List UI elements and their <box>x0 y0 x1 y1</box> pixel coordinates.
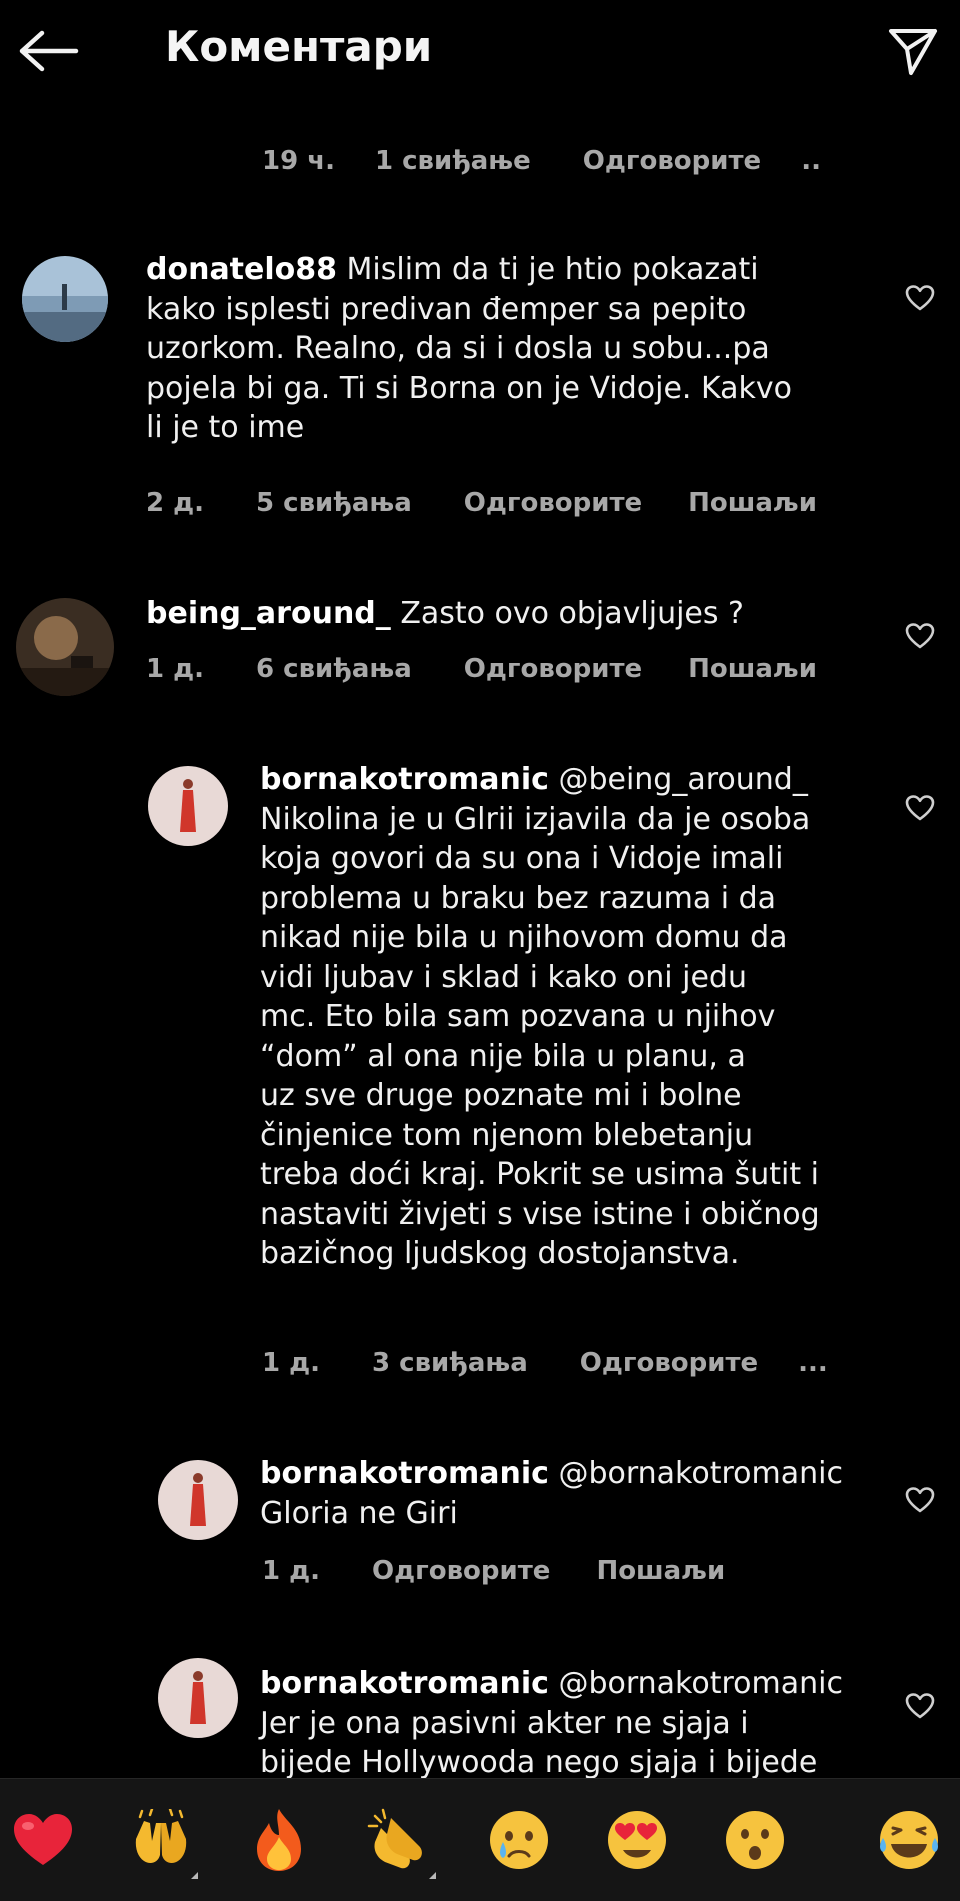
comment-time: 2 д. <box>146 488 205 518</box>
comment-body: being_around_ Zasto ovo objavljujes ? <box>146 594 866 634</box>
comment-body: bornakotromanic @bornakotromanic Gloria … <box>260 1454 880 1533</box>
comment-meta: 1 д. 3 свиђања Одговорите ... <box>262 1348 828 1378</box>
emoji-button[interactable] <box>0 1797 86 1883</box>
reply-button[interactable]: Одговорите <box>464 654 642 684</box>
comment-likes[interactable]: 3 свиђања <box>372 1348 528 1378</box>
comment-username[interactable]: bornakotromanic <box>260 762 549 797</box>
comment-text: @being_around_ Nikolina je u Glrii izjav… <box>260 762 820 1271</box>
emoji-button[interactable] <box>118 1797 204 1883</box>
emoji-button[interactable] <box>712 1797 798 1883</box>
comment-username[interactable]: donatelo88 <box>146 252 337 287</box>
raised-hands-emoji-icon <box>135 1809 187 1863</box>
heart-outline-icon <box>905 285 935 311</box>
avatar[interactable] <box>22 256 108 342</box>
avatar[interactable] <box>148 766 228 846</box>
more-options-button[interactable]: ... <box>798 1348 828 1378</box>
comment-likes[interactable]: 5 свиђања <box>256 488 412 518</box>
comment-time: 1 д. <box>262 1556 321 1586</box>
avatar[interactable] <box>16 598 114 696</box>
comment-username[interactable]: bornakotromanic <box>260 1666 549 1701</box>
heart-outline-icon <box>905 795 935 821</box>
emoji-button[interactable] <box>866 1797 952 1883</box>
comment-time: 1 д. <box>146 654 205 684</box>
send-icon <box>889 29 937 75</box>
comment-body: bornakotromanic @being_around_ Nikolina … <box>260 760 880 1274</box>
avatar[interactable] <box>158 1460 238 1540</box>
send-button[interactable]: Пошаљи <box>688 488 817 518</box>
fire-emoji-icon <box>257 1809 301 1871</box>
header-bar: Коментари <box>0 0 960 108</box>
emoji-button[interactable] <box>356 1797 442 1883</box>
comment-text: Zasto ovo objavljujes ? <box>390 596 744 631</box>
top-comment-meta: 19 ч. 1 свиђање Одговорите .. <box>262 146 821 176</box>
page-title: Коментари <box>165 22 433 71</box>
send-button[interactable]: Пошаљи <box>688 654 817 684</box>
crying-face-emoji-icon <box>490 1811 548 1869</box>
comment-body: donatelo88 Mislim da ti je htio pokazati… <box>146 250 866 448</box>
comment-meta: 2 д. 5 свиђања Одговорите Пошаљи <box>146 488 817 518</box>
emoji-button[interactable] <box>594 1797 680 1883</box>
like-button[interactable] <box>900 788 940 828</box>
comment-likes[interactable]: 1 свиђање <box>375 146 531 176</box>
heart-eyes-emoji-icon <box>608 1811 666 1869</box>
like-button[interactable] <box>900 278 940 318</box>
surprised-face-emoji-icon <box>726 1811 784 1869</box>
like-button[interactable] <box>900 1686 940 1726</box>
arrow-left-icon <box>19 30 79 72</box>
laughing-tears-emoji-icon <box>880 1811 938 1869</box>
comment-time: 19 ч. <box>262 146 335 176</box>
reply-button[interactable]: Одговорите <box>464 488 642 518</box>
skin-tone-indicator <box>429 1872 436 1879</box>
reply-button[interactable]: Одговорите <box>583 146 761 176</box>
reply-button[interactable]: Одговорите <box>580 1348 758 1378</box>
heart-outline-icon <box>905 623 935 649</box>
comment-meta: 1 д. Одговорите Пошаљи <box>262 1556 725 1586</box>
avatar[interactable] <box>158 1658 238 1738</box>
heart-outline-icon <box>905 1693 935 1719</box>
more-options-button[interactable]: .. <box>801 146 821 176</box>
back-button[interactable] <box>14 16 84 86</box>
skin-tone-indicator <box>191 1872 198 1879</box>
like-button[interactable] <box>900 1480 940 1520</box>
emoji-button[interactable] <box>236 1797 322 1883</box>
like-button[interactable] <box>900 616 940 656</box>
heart-outline-icon <box>905 1487 935 1513</box>
clapping-hands-emoji-icon <box>367 1808 422 1869</box>
comment-username[interactable]: being_around_ <box>146 596 391 631</box>
comment-username[interactable]: bornakotromanic <box>260 1456 549 1491</box>
red-heart-emoji-icon <box>14 1814 72 1865</box>
emoji-button[interactable] <box>476 1797 562 1883</box>
comment-likes[interactable]: 6 свиђања <box>256 654 412 684</box>
share-button[interactable] <box>878 16 948 86</box>
comment-meta: 1 д. 6 свиђања Одговорите Пошаљи <box>146 654 817 684</box>
comment-body: bornakotromanic @bornakotromanic Jer je … <box>260 1664 880 1783</box>
send-button[interactable]: Пошаљи <box>596 1556 725 1586</box>
reply-button[interactable]: Одговорите <box>372 1556 550 1586</box>
comment-time: 1 д. <box>262 1348 321 1378</box>
emoji-reaction-bar <box>0 1778 960 1901</box>
